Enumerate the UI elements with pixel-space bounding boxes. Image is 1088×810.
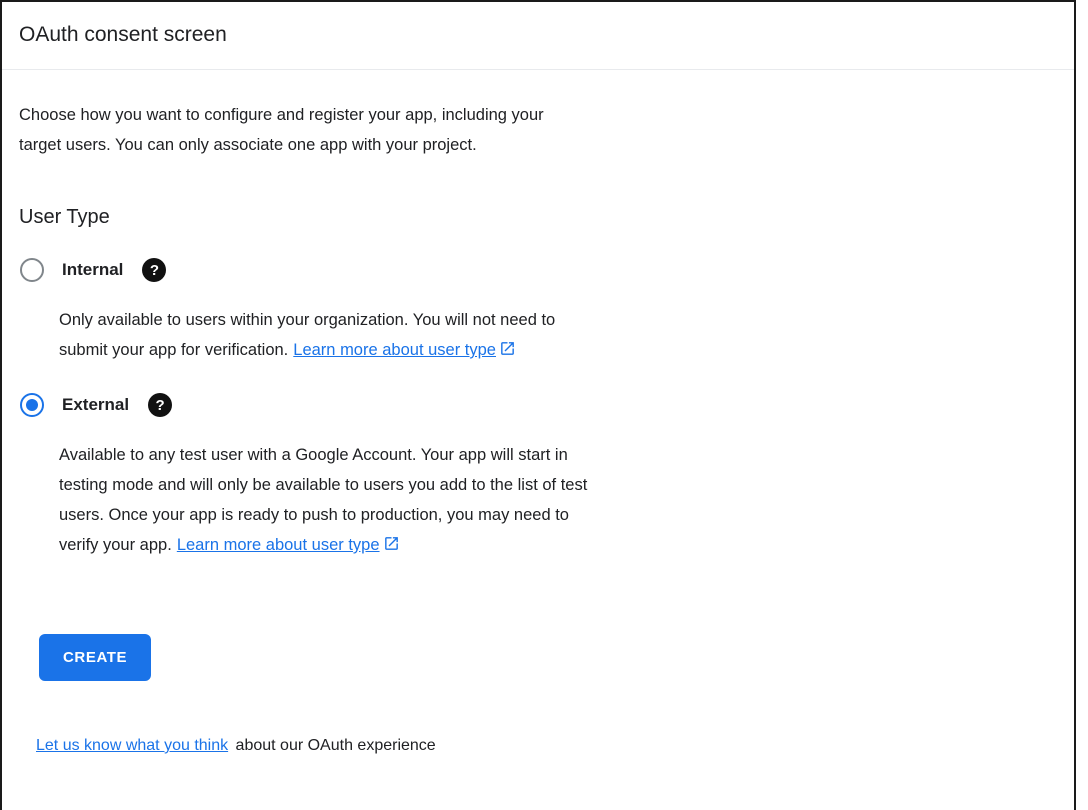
main-content: Choose how you want to configure and reg… (2, 100, 1074, 757)
intro-line: target users. You can only associate one… (19, 130, 1057, 160)
description-line: submit your app for verification. Learn m… (59, 335, 1057, 365)
option-label-internal[interactable]: Internal (62, 260, 123, 280)
feedback-link[interactable]: Let us know what you think (36, 737, 228, 754)
user-type-heading: User Type (19, 204, 1057, 230)
description-line: testing mode and will only be available … (59, 470, 1057, 500)
description-line: Only available to users within your orga… (59, 305, 1057, 335)
intro-paragraph: Choose how you want to configure and reg… (19, 100, 1057, 160)
intro-line: Choose how you want to configure and reg… (19, 100, 1057, 130)
description-text: submit your app for verification. (59, 341, 288, 359)
help-icon[interactable]: ? (148, 393, 172, 417)
option-row-external: External ? (19, 393, 1057, 417)
learn-more-link[interactable]: Learn more about user type (293, 341, 516, 359)
learn-more-link[interactable]: Learn more about user type (177, 536, 400, 554)
help-icon[interactable]: ? (142, 258, 166, 282)
description-text: verify your app. (59, 536, 172, 554)
radio-external[interactable] (20, 393, 44, 417)
external-description: Available to any test user with a Google… (59, 440, 1057, 560)
external-link-icon (383, 535, 400, 552)
feedback-text: about our OAuth experience (231, 737, 436, 754)
description-line: verify your app. Learn more about user ty… (59, 530, 1057, 560)
feedback-line: Let us know what you think about our OAu… (36, 735, 1057, 757)
internal-description: Only available to users within your orga… (59, 305, 1057, 365)
page-header: OAuth consent screen (2, 2, 1074, 70)
option-row-internal: Internal ? (19, 258, 1057, 282)
oauth-consent-panel: OAuth consent screen Choose how you want… (0, 0, 1076, 810)
create-button[interactable]: CREATE (39, 634, 151, 681)
description-line: Available to any test user with a Google… (59, 440, 1057, 470)
learn-more-link-label: Learn more about user type (293, 341, 496, 359)
learn-more-link-label: Learn more about user type (177, 536, 380, 554)
option-label-external[interactable]: External (62, 395, 129, 415)
page-title: OAuth consent screen (19, 22, 1057, 48)
external-link-icon (499, 340, 516, 357)
description-line: users. Once your app is ready to push to… (59, 500, 1057, 530)
radio-internal[interactable] (20, 258, 44, 282)
